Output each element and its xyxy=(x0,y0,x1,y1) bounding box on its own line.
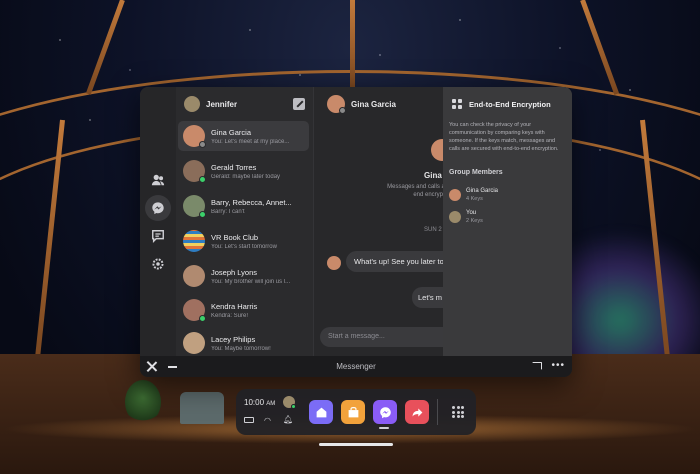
contact-avatar xyxy=(183,299,206,322)
conversation-title: Barry, Rebecca, Annet... xyxy=(211,197,292,207)
conversation-preview: You: Maybe tomorrow! xyxy=(211,345,271,352)
app-library-icon[interactable] xyxy=(452,406,464,418)
conversation-item[interactable]: Lacey Philips You: Maybe tomorrow! xyxy=(178,328,309,358)
dome-rib xyxy=(350,0,355,90)
contact-avatar[interactable] xyxy=(327,95,346,114)
clock-am-pm: AM xyxy=(266,401,276,407)
system-dock: 10:00 AM ◠ 🔔︎ xyxy=(236,389,476,435)
incoming-message[interactable]: What's up! See you later tod xyxy=(346,251,456,272)
store-app-icon[interactable] xyxy=(341,400,365,424)
settings-gear-icon[interactable] xyxy=(145,251,171,277)
conversation-title: Joseph Lyons xyxy=(211,267,258,277)
people-icon[interactable] xyxy=(145,167,171,193)
home-indicator[interactable] xyxy=(319,443,393,446)
group-avatar xyxy=(183,230,205,252)
plant xyxy=(125,380,161,424)
member-item[interactable]: You 2 Keys xyxy=(443,206,572,228)
conversation-preview: You: My brother will join us l... xyxy=(211,278,291,285)
window-bar: Messenger ••• xyxy=(140,356,572,377)
member-item[interactable]: Gina Garcia 4 Keys xyxy=(443,184,572,206)
home-app-icon[interactable] xyxy=(309,400,333,424)
clock: 10:00 AM xyxy=(244,398,275,407)
contact-avatar xyxy=(183,160,206,183)
wifi-icon: ◠ xyxy=(264,416,271,425)
conversation-preview: Kendra: Sure! xyxy=(211,312,249,319)
conversation-list: Jennifer Gina Garcia You: Let's meet at m… xyxy=(176,87,313,356)
encryption-description: You can check the privacy of your commun… xyxy=(449,122,559,152)
more-options-icon[interactable]: ••• xyxy=(551,361,565,371)
compose-icon[interactable] xyxy=(293,98,305,110)
chat-contact-name: Gina Garcia xyxy=(351,99,396,109)
battery-icon xyxy=(244,417,254,423)
profile-avatar[interactable] xyxy=(283,396,296,409)
member-avatar xyxy=(449,189,461,201)
conversation-title: VR Book Club xyxy=(211,232,259,242)
conversation-preview: Barry: I can't xyxy=(211,208,245,215)
message-input[interactable]: Start a message... xyxy=(320,327,460,347)
dock-separator xyxy=(437,399,438,425)
clock-time: 10:00 xyxy=(244,398,265,407)
keys-icon xyxy=(452,99,462,109)
sender-avatar xyxy=(327,256,341,270)
list-header: Jennifer xyxy=(176,87,313,121)
group-members-title: Group Members xyxy=(449,169,503,176)
window-title: Messenger xyxy=(336,362,376,371)
encryption-title: End-to-End Encryption xyxy=(469,99,551,109)
encryption-panel: End-to-End Encryption You can check the … xyxy=(443,87,572,356)
user-name: Jennifer xyxy=(206,99,238,109)
share-app-icon[interactable] xyxy=(405,400,429,424)
messenger-app-icon[interactable] xyxy=(373,400,397,424)
cast-icon[interactable] xyxy=(532,362,542,370)
active-app-indicator xyxy=(379,427,389,429)
chat-bubble-icon[interactable] xyxy=(145,223,171,249)
conversation-title: Gina Garcia xyxy=(211,127,252,137)
member-keys: 2 Keys xyxy=(466,218,483,224)
navigation-rail xyxy=(140,87,176,356)
member-avatar xyxy=(449,211,461,223)
conversation-title: Lacey Philips xyxy=(211,334,256,344)
conversation-preview: You: Let's start tomorrow xyxy=(211,243,277,250)
chair xyxy=(180,392,224,424)
chat-header: Gina Garcia xyxy=(314,87,443,121)
conversation-item[interactable]: Gina Garcia You: Let's meet at my place..… xyxy=(178,121,309,151)
conversation-title: Kendra Harris xyxy=(211,301,258,311)
conversation-item[interactable]: Joseph Lyons You: My brother will join us… xyxy=(178,261,309,291)
member-name: You xyxy=(466,210,477,216)
group-avatar xyxy=(183,195,206,218)
encryption-header: End-to-End Encryption xyxy=(443,87,572,121)
contact-avatar xyxy=(183,265,205,287)
conversation-item[interactable]: Kendra Harris Kendra: Sure! xyxy=(178,295,309,325)
date-separator: SUN 2 xyxy=(424,227,442,233)
contact-avatar xyxy=(183,332,205,354)
conversation-preview: You: Let's meet at my place... xyxy=(211,138,290,145)
conversation-title: Gerald Torres xyxy=(211,162,257,172)
member-keys: 4 Keys xyxy=(466,196,483,202)
conversation-item[interactable]: Gerald Torres Gerald: maybe later today xyxy=(178,156,309,186)
contact-avatar xyxy=(183,125,206,148)
chat-pane: Gina Garcia Gina G Messages and calls ar… xyxy=(313,87,482,356)
notification-bell-icon[interactable]: 🔔︎ xyxy=(283,415,293,424)
messenger-icon[interactable] xyxy=(145,195,171,221)
member-name: Gina Garcia xyxy=(466,188,499,194)
conversation-item[interactable]: Barry, Rebecca, Annet... Barry: I can't xyxy=(178,191,309,221)
conversation-item[interactable]: VR Book Club You: Let's start tomorrow xyxy=(178,226,309,256)
conversation-preview: Gerald: maybe later today xyxy=(211,173,281,180)
messenger-window: Jennifer Gina Garcia You: Let's meet at m… xyxy=(140,87,572,377)
user-avatar[interactable] xyxy=(184,96,200,112)
